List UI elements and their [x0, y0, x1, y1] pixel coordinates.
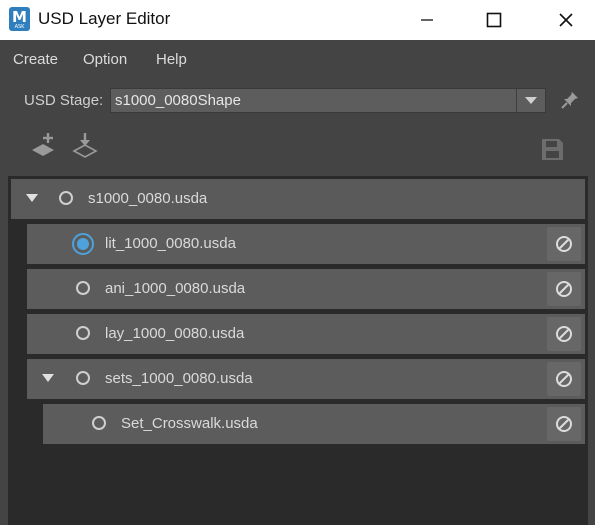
expand-arrow-icon[interactable]: [42, 374, 54, 382]
layer-row[interactable]: lit_1000_0080.usda: [27, 224, 585, 264]
close-button[interactable]: [543, 0, 589, 40]
layer-name: Set_Crosswalk.usda: [121, 415, 258, 432]
pin-icon[interactable]: [560, 90, 580, 110]
edit-target-radio[interactable]: [76, 281, 90, 295]
mute-layer-button[interactable]: [547, 362, 581, 396]
mute-layer-button[interactable]: [547, 317, 581, 351]
maximize-icon: [486, 12, 502, 28]
layer-row[interactable]: lay_1000_0080.usda: [27, 314, 585, 354]
layer-row-root[interactable]: s1000_0080.usda: [11, 179, 585, 219]
mute-icon: [556, 416, 572, 432]
edit-target-radio[interactable]: [72, 233, 94, 255]
menu-bar: Create Option Help: [0, 40, 595, 80]
chevron-down-icon: [525, 97, 537, 104]
window-title: USD Layer Editor: [38, 9, 171, 28]
mute-icon: [556, 326, 572, 342]
layer-name: sets_1000_0080.usda: [105, 370, 253, 387]
add-layer-icon[interactable]: [30, 132, 58, 160]
minimize-icon: [421, 19, 433, 21]
maya-app-icon: M ASK: [9, 7, 30, 31]
save-icon[interactable]: [541, 138, 565, 162]
mute-icon: [556, 236, 572, 252]
edit-target-radio[interactable]: [59, 191, 73, 205]
usd-stage-label: USD Stage:: [24, 92, 104, 109]
layer-name: lay_1000_0080.usda: [105, 325, 245, 342]
layer-name: s1000_0080.usda: [88, 190, 208, 207]
title-bar: M ASK USD Layer Editor: [0, 0, 595, 40]
edit-target-radio[interactable]: [92, 416, 106, 430]
edit-target-radio[interactable]: [76, 326, 90, 340]
mute-layer-button[interactable]: [547, 227, 581, 261]
layer-row[interactable]: sets_1000_0080.usda: [27, 359, 585, 399]
usd-stage-dropdown[interactable]: s1000_0080Shape: [110, 88, 546, 113]
layer-row[interactable]: ani_1000_0080.usda: [27, 269, 585, 309]
mute-layer-button[interactable]: [547, 272, 581, 306]
edit-target-radio[interactable]: [76, 371, 90, 385]
app-icon-sub: ASK: [14, 24, 25, 30]
layer-tree: s1000_0080.usda lit_1000_0080.usda ani_1…: [8, 176, 588, 525]
maximize-button[interactable]: [471, 0, 517, 40]
dropdown-arrow[interactable]: [516, 89, 545, 112]
load-layer-icon[interactable]: [72, 132, 100, 160]
close-icon: [559, 13, 573, 27]
mute-icon: [556, 371, 572, 387]
layer-row[interactable]: Set_Crosswalk.usda: [43, 404, 585, 444]
menu-help[interactable]: Help: [156, 51, 187, 69]
mute-icon: [556, 281, 572, 297]
layer-name: lit_1000_0080.usda: [105, 235, 236, 252]
expand-arrow-icon[interactable]: [26, 194, 38, 202]
menu-option[interactable]: Option: [83, 51, 127, 69]
mute-layer-button[interactable]: [547, 407, 581, 441]
layer-name: ani_1000_0080.usda: [105, 280, 246, 297]
minimize-button[interactable]: [404, 0, 450, 40]
menu-create[interactable]: Create: [13, 51, 58, 69]
usd-stage-value: s1000_0080Shape: [115, 92, 241, 109]
